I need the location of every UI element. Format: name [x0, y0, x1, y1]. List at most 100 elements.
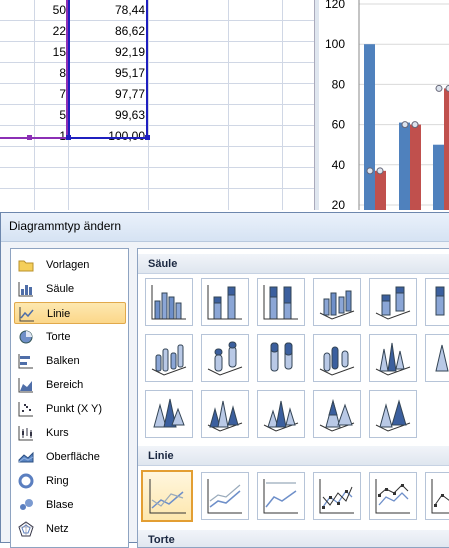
chart-type-100-stacked-cone[interactable]: [145, 390, 193, 438]
bar-chart-icon: [18, 354, 33, 369]
chart-type-stacked-line-markers[interactable]: [369, 472, 417, 520]
selection-marker[interactable]: [435, 84, 443, 92]
selection-marker[interactable]: [401, 121, 409, 129]
stacked-cylinder-icon: [207, 341, 243, 376]
chart-type-100-stacked-line[interactable]: [257, 472, 305, 520]
chart-type-stacked-cone[interactable]: [425, 334, 449, 382]
chart-bar[interactable]: [410, 124, 421, 210]
chart-bar[interactable]: [433, 144, 444, 210]
line-with-markers-icon: [319, 479, 354, 514]
range-border: [68, 137, 148, 139]
chart-type-stacked-line[interactable]: [201, 472, 249, 520]
chart-type-3d-cylinder[interactable]: [313, 334, 361, 382]
category-item-balken[interactable]: Balken: [14, 350, 126, 372]
cell-value[interactable]: 92,19: [70, 42, 145, 62]
category-item-saeule[interactable]: Säule: [14, 278, 126, 300]
category-label: Blase: [46, 499, 74, 511]
category-item-punkt[interactable]: Punkt (X Y): [14, 398, 126, 420]
category-item-bereich[interactable]: Bereich: [14, 374, 126, 396]
chart-type-3d-stacked-column[interactable]: [369, 278, 417, 326]
chart-type-line[interactable]: [141, 470, 193, 522]
dialog-titlebar[interactable]: Diagrammtyp ändern: [1, 213, 449, 242]
chart-bar[interactable]: [444, 88, 449, 210]
chart-type-gallery[interactable]: Säule Linie Torte: [137, 248, 449, 548]
spreadsheet-grid[interactable]: 50 78,44 22 86,62 15 92,19 8 95,17 7 97,…: [0, 0, 314, 210]
line-chart-icon: [19, 307, 34, 322]
chart-type-stacked-cylinder[interactable]: [201, 334, 249, 382]
chart-type-stacked-pyramid[interactable]: [313, 390, 361, 438]
3d-pyramid-icon: [375, 399, 411, 432]
chart-type-3d-pyramid[interactable]: [369, 390, 417, 438]
category-item-ring[interactable]: Ring: [14, 470, 126, 492]
category-item-blase[interactable]: Blase: [14, 494, 126, 516]
chart-type-3d-clustered-column[interactable]: [313, 278, 361, 326]
stacked-cone-icon: [435, 344, 449, 372]
cell-value[interactable]: 78,44: [70, 0, 145, 20]
chart-bar[interactable]: [375, 170, 386, 210]
cell-value[interactable]: 15: [30, 42, 66, 62]
3d-clustered-column-icon: [319, 290, 355, 320]
stock-chart-icon: [18, 426, 33, 441]
cell-value[interactable]: 50: [30, 0, 66, 20]
chart-type-clustered-cylinder[interactable]: [145, 334, 193, 382]
line-chart-icon: [149, 479, 186, 514]
cell-value[interactable]: 5: [30, 105, 66, 125]
clustered-pyramid-icon: [263, 400, 299, 432]
chart-type-100-stacked-column[interactable]: [257, 278, 305, 326]
category-item-netz[interactable]: Netz: [14, 518, 126, 540]
chart-type-clustered-column[interactable]: [145, 278, 193, 326]
category-label: Oberfläche: [46, 451, 100, 463]
radar-chart-icon: [18, 521, 34, 537]
3d-cone-icon: [207, 400, 243, 432]
cell-value[interactable]: 99,63: [70, 105, 145, 125]
chart-bar[interactable]: [364, 44, 375, 210]
clustered-cone-icon: [375, 342, 411, 376]
percent-stacked-cylinder-icon: [270, 342, 293, 372]
chart-type-3d-100-stacked-column[interactable]: [425, 278, 449, 326]
cell-value[interactable]: 8: [30, 63, 66, 83]
cell-value[interactable]: 100,00: [70, 126, 145, 146]
selection-marker[interactable]: [376, 167, 384, 175]
selection-marker[interactable]: [366, 167, 374, 175]
cell-value[interactable]: 86,62: [70, 21, 145, 41]
category-label: Bereich: [46, 379, 84, 391]
range-handle[interactable]: [27, 135, 32, 140]
category-item-oberflaeche[interactable]: Oberfläche: [14, 446, 126, 468]
chart-category-list[interactable]: Vorlagen Säule Linie Torte Balken Bereic…: [10, 248, 129, 548]
bubble-chart-icon: [20, 499, 33, 510]
chart-type-clustered-pyramid[interactable]: [257, 390, 305, 438]
clustered-cylinder-icon: [151, 344, 187, 376]
chart-bar[interactable]: [399, 122, 410, 210]
chart-type-3d-cone[interactable]: [201, 390, 249, 438]
category-item-kurs[interactable]: Kurs: [14, 422, 126, 444]
section-header-torte: Torte: [138, 530, 449, 547]
stacked-column-icon: [207, 285, 242, 320]
category-item-vorlagen[interactable]: Vorlagen: [14, 254, 126, 276]
stacked-pyramid-icon: [319, 399, 355, 432]
category-item-linie[interactable]: Linie: [14, 302, 126, 324]
selection-marker[interactable]: [411, 121, 419, 129]
chart-area[interactable]: 120 100 80 60 40 20: [319, 0, 449, 210]
clustered-column-icon: [151, 285, 186, 320]
percent-stacked-column-icon: [263, 285, 298, 320]
chart-type-clustered-cone[interactable]: [369, 334, 417, 382]
range-border: [146, 0, 148, 139]
chart-type-100-stacked-cylinder[interactable]: [257, 334, 305, 382]
chart-type-100-stacked-line-markers[interactable]: [425, 472, 449, 520]
chart-type-line-markers[interactable]: [313, 472, 361, 520]
cell-value[interactable]: 97,77: [70, 84, 145, 104]
category-label: Linie: [47, 308, 71, 320]
cell-value[interactable]: 95,17: [70, 63, 145, 83]
cell-value[interactable]: 7: [30, 84, 66, 104]
chart-type-stacked-column[interactable]: [201, 278, 249, 326]
category-label: Kurs: [46, 427, 69, 439]
category-item-torte[interactable]: Torte: [14, 326, 126, 348]
range-handle[interactable]: [145, 135, 150, 140]
cell-value[interactable]: 22: [30, 21, 66, 41]
grid-line: [148, 0, 149, 210]
category-label: Torte: [46, 331, 71, 343]
y-tick-label: 100: [325, 37, 345, 51]
range-handle[interactable]: [66, 135, 71, 140]
cell-value[interactable]: 1: [30, 126, 66, 146]
stacked-line-icon: [207, 479, 242, 514]
